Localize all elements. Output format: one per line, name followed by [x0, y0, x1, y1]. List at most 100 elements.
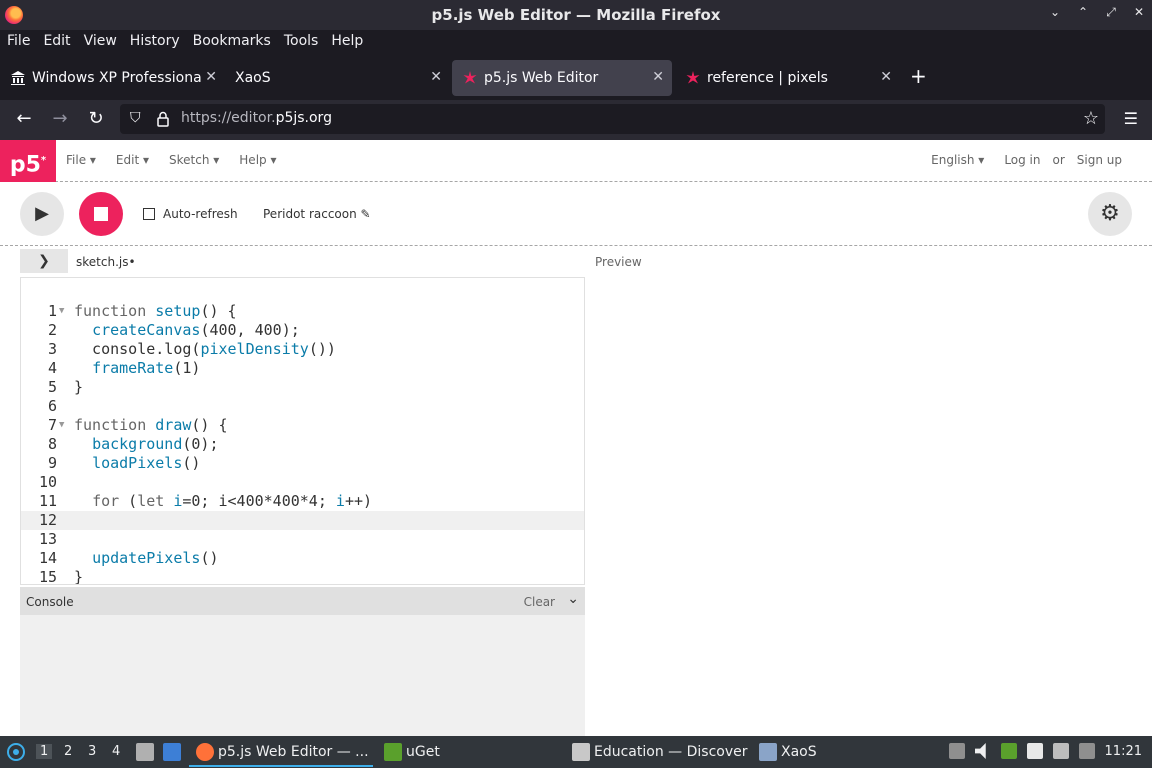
- taskbar-app-uget[interactable]: uGet: [384, 743, 440, 761]
- menu-history[interactable]: History: [130, 30, 180, 54]
- play-button[interactable]: ▶: [20, 192, 64, 236]
- code-text: }: [74, 568, 84, 585]
- back-icon[interactable]: ←: [12, 108, 36, 129]
- menu-tools[interactable]: Tools: [284, 30, 319, 54]
- code-line[interactable]: 8 background(0);: [21, 435, 584, 454]
- code-line[interactable]: 9 loadPixels(): [21, 454, 584, 473]
- code-line[interactable]: 12: [21, 511, 584, 530]
- signup-link[interactable]: Sign up: [1077, 153, 1122, 167]
- p5-toolbar: ▶ Auto-refresh Peridot raccoon ✎ ⚙: [0, 182, 1152, 246]
- desktop-2[interactable]: 2: [64, 744, 72, 759]
- taskbar-app-firefox[interactable]: p5.js Web Editor — ...: [196, 743, 369, 761]
- stop-button[interactable]: [79, 192, 123, 236]
- desktop-1[interactable]: 1: [36, 744, 53, 759]
- hamburger-menu-icon[interactable]: ☰: [1124, 109, 1138, 128]
- taskbar: 1 2 3 4 p5.js Web Editor — ... uGet Educ…: [0, 736, 1152, 768]
- clipboard-icon[interactable]: [948, 743, 965, 759]
- code-editor[interactable]: 1 ▼ function setup() {2 createCanvas(400, …: [20, 277, 585, 585]
- show-desktop-icon[interactable]: [163, 743, 185, 761]
- line-number: 6: [47, 397, 57, 415]
- code-line[interactable]: 14 updatePixels(): [21, 549, 584, 568]
- window-controls: ⌄ ⌃ ⤢ ✕: [1048, 5, 1146, 20]
- p5-menu: File ▾ Edit ▾ Sketch ▾ Help ▾: [66, 153, 296, 167]
- language-selector[interactable]: English ▾: [931, 153, 984, 167]
- notifications-icon[interactable]: [1078, 743, 1095, 759]
- tab-close-icon[interactable]: ✕: [430, 69, 442, 85]
- menu-help[interactable]: Help: [331, 30, 363, 54]
- code-line[interactable]: 15}: [21, 568, 584, 585]
- code-line[interactable]: 3 console.log(pixelDensity()): [21, 340, 584, 359]
- notes-icon[interactable]: [1026, 743, 1043, 759]
- code-line[interactable]: 1 ▼ function setup() {: [21, 302, 584, 321]
- lock-icon[interactable]: [156, 111, 170, 127]
- browser-menubar: File Edit View History Bookmarks Tools H…: [0, 30, 1152, 54]
- menu-bookmarks[interactable]: Bookmarks: [193, 30, 271, 54]
- sidebar-toggle-button[interactable]: ❯: [20, 249, 68, 273]
- tab-reference-pixels[interactable]: reference | pixels ✕: [675, 60, 900, 96]
- p5-menu-file[interactable]: File ▾: [66, 153, 96, 167]
- code-line[interactable]: 7 ▼ function draw() {: [21, 416, 584, 435]
- tab-close-icon[interactable]: ✕: [652, 69, 664, 85]
- clock[interactable]: 11:21: [1105, 744, 1142, 759]
- volume-icon[interactable]: [974, 743, 986, 759]
- code-line[interactable]: 5}: [21, 378, 584, 397]
- tab-p5js-editor[interactable]: p5.js Web Editor ✕: [452, 60, 672, 96]
- line-number: 1: [47, 302, 57, 320]
- login-link[interactable]: Log in: [1004, 153, 1040, 167]
- fold-arrow-icon[interactable]: ▼: [59, 416, 64, 435]
- app-launcher-icon[interactable]: [6, 742, 26, 762]
- p5-account-links: English ▾ Log in or Sign up: [931, 153, 1122, 167]
- network-icon[interactable]: [1052, 743, 1069, 759]
- chevron-down-icon[interactable]: ⌄: [567, 591, 579, 607]
- preview-label: Preview: [595, 255, 642, 269]
- taskbar-app-discover[interactable]: Education — Discover: [572, 743, 747, 761]
- code-line[interactable]: 10: [21, 473, 584, 492]
- preview-pane: [586, 270, 1152, 736]
- line-number: 4: [47, 359, 57, 377]
- restore-icon[interactable]: ⌃: [1076, 5, 1090, 20]
- code-line[interactable]: 11 for (let i=0; i<400*400*4; i++): [21, 492, 584, 511]
- code-line[interactable]: 4 frameRate(1): [21, 359, 584, 378]
- url-text[interactable]: https://editor.p5js.org: [181, 110, 332, 126]
- uget-icon: [384, 743, 402, 761]
- desktop-4[interactable]: 4: [112, 744, 120, 759]
- minimize-icon[interactable]: ⌄: [1048, 5, 1062, 20]
- uget-tray-icon[interactable]: [1000, 743, 1017, 759]
- new-tab-icon[interactable]: +: [910, 64, 927, 88]
- bookmark-star-icon[interactable]: ☆: [1083, 108, 1099, 129]
- tab-xaos[interactable]: XaoS ✕: [225, 60, 450, 96]
- p5-menu-sketch[interactable]: Sketch ▾: [169, 153, 219, 167]
- reload-icon[interactable]: ↻: [84, 108, 108, 129]
- p5-menu-help[interactable]: Help ▾: [239, 153, 276, 167]
- console-clear-button[interactable]: Clear: [524, 595, 555, 609]
- p5-asterisk-icon: [463, 71, 477, 84]
- code-line[interactable]: 6: [21, 397, 584, 416]
- code-text: createCanvas(400, 400);: [92, 321, 300, 339]
- file-tab-sketch[interactable]: sketch.js•: [76, 255, 136, 269]
- desktop-3[interactable]: 3: [88, 744, 96, 759]
- p5-menu-edit[interactable]: Edit ▾: [116, 153, 149, 167]
- shield-icon[interactable]: ⛉: [130, 110, 141, 126]
- auto-refresh-checkbox[interactable]: [143, 208, 155, 220]
- fold-arrow-icon[interactable]: ▼: [59, 302, 64, 321]
- menu-view[interactable]: View: [84, 30, 117, 54]
- code-line[interactable]: 2 createCanvas(400, 400);: [21, 321, 584, 340]
- code-line[interactable]: 13: [21, 530, 584, 549]
- code-text: function draw() {: [74, 416, 228, 434]
- settings-gear-icon[interactable]: ⚙: [1088, 192, 1132, 236]
- forward-icon[interactable]: →: [48, 108, 72, 129]
- maximize-icon[interactable]: ⤢: [1104, 5, 1118, 20]
- console-label: Console: [26, 595, 74, 609]
- tab-windows-xp[interactable]: Windows XP Professional ✕: [0, 60, 225, 96]
- menu-file[interactable]: File: [7, 30, 30, 54]
- sketch-name[interactable]: Peridot raccoon ✎: [263, 207, 371, 221]
- taskbar-app-xaos[interactable]: XaoS: [759, 743, 817, 761]
- menu-edit[interactable]: Edit: [43, 30, 70, 54]
- auto-refresh[interactable]: Auto-refresh: [143, 207, 238, 221]
- url-bar[interactable]: ⛉ https://editor.p5js.org ☆: [120, 104, 1105, 134]
- tab-close-icon[interactable]: ✕: [880, 69, 892, 85]
- close-icon[interactable]: ✕: [1132, 5, 1146, 20]
- file-manager-icon[interactable]: [136, 743, 158, 761]
- tab-close-icon[interactable]: ✕: [205, 69, 217, 85]
- p5-logo[interactable]: p5*: [0, 140, 56, 182]
